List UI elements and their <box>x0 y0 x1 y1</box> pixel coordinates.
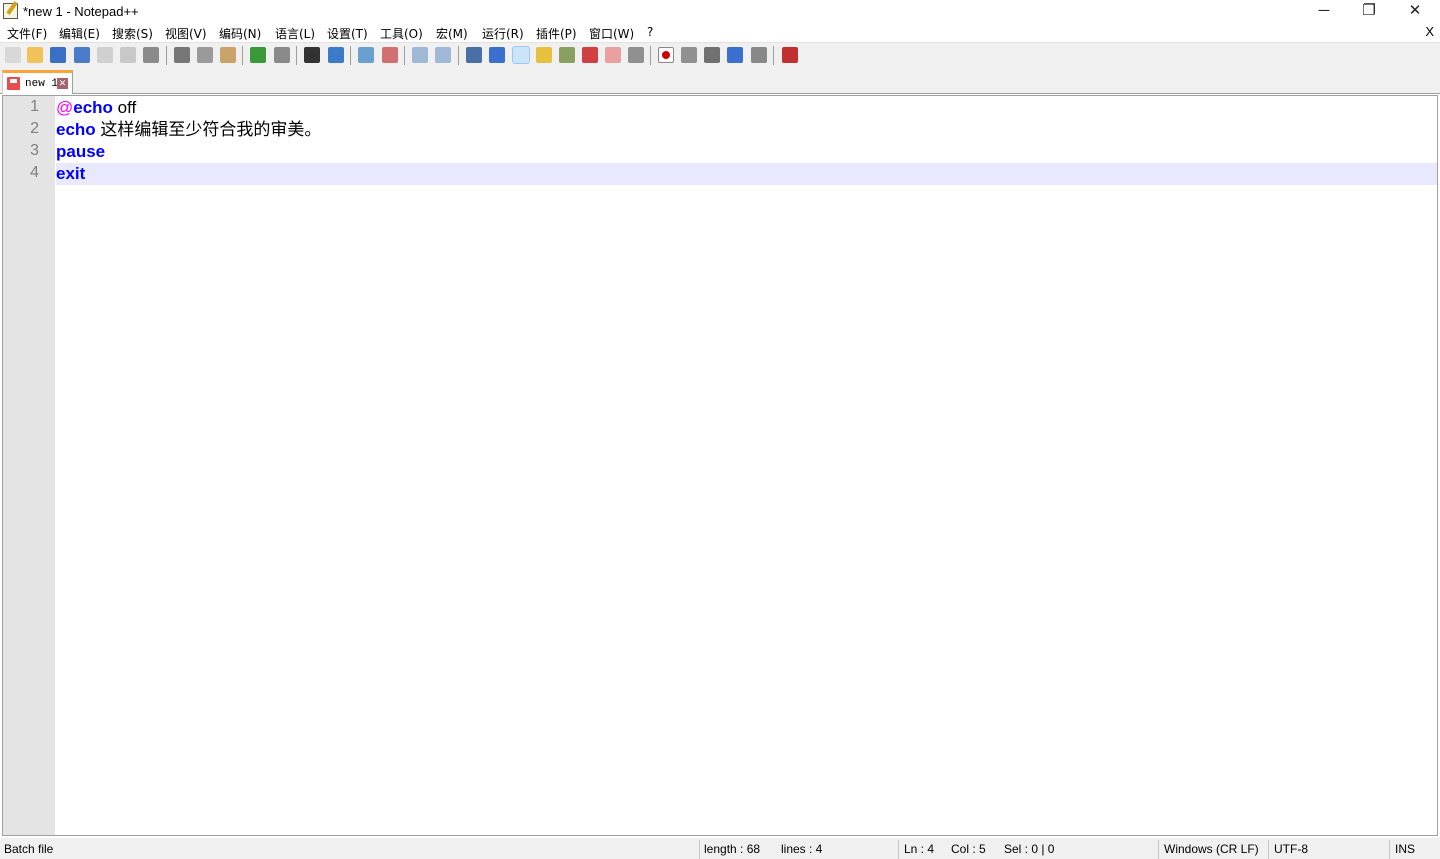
menu-language[interactable]: 语言(L) <box>275 25 315 42</box>
unsaved-file-icon <box>7 77 20 90</box>
keyword-token: echo <box>56 120 96 139</box>
code-line[interactable]: exit <box>56 163 1437 185</box>
toolbar-separator <box>166 46 167 65</box>
status-file-type: Batch file <box>4 842 54 856</box>
menu-bar: 文件(F) 编辑(E) 搜索(S) 视图(V) 编码(N) 语言(L) 设置(T… <box>0 23 1440 42</box>
menu-edit[interactable]: 编辑(E) <box>59 25 100 42</box>
tab-bar: new 1 ✕ <box>0 68 1440 94</box>
undo-icon[interactable] <box>250 47 266 63</box>
keyword-token: pause <box>56 142 106 161</box>
toolbar-separator <box>296 46 297 65</box>
paste-icon[interactable] <box>220 47 236 63</box>
minimize-button[interactable]: ─ <box>1301 0 1347 23</box>
save-macro-icon[interactable] <box>751 47 767 63</box>
toolbar-separator <box>350 46 351 65</box>
menu-run[interactable]: 运行(R) <box>482 25 524 42</box>
line-number-gutter: 1 2 3 4 <box>3 96 55 835</box>
line-number: 3 <box>30 142 39 159</box>
status-encoding[interactable]: UTF-8 <box>1274 842 1308 856</box>
menu-help[interactable]: ? <box>647 25 653 39</box>
window-title: *new 1 - Notepad++ <box>23 4 139 19</box>
line-number: 2 <box>30 120 39 137</box>
spell-check-icon[interactable] <box>782 47 798 63</box>
close-icon[interactable] <box>97 47 113 63</box>
menu-encoding[interactable]: 编码(N) <box>219 25 261 42</box>
status-length: length : 68 <box>704 842 761 856</box>
menu-file[interactable]: 文件(F) <box>7 25 47 42</box>
toolbar-separator <box>458 46 459 65</box>
play-macro-icon[interactable] <box>704 47 720 63</box>
operator-token: @ <box>56 98 74 117</box>
text-token: 这样编辑至少符合我的审美。 <box>95 120 322 139</box>
sync-vertical-icon[interactable] <box>412 47 428 63</box>
run-macro-multiple-icon[interactable] <box>727 47 743 63</box>
code-line[interactable]: echo 这样编辑至少符合我的审美。 <box>56 119 1437 141</box>
status-eol[interactable]: Windows (CR LF) <box>1164 842 1259 856</box>
new-file-icon[interactable] <box>5 47 21 63</box>
sync-horizontal-icon[interactable] <box>435 47 451 63</box>
find-icon[interactable] <box>304 47 320 63</box>
cut-icon[interactable] <box>174 47 190 63</box>
menu-settings[interactable]: 设置(T) <box>327 25 368 42</box>
keyword-token: echo <box>73 98 113 117</box>
show-all-chars-icon[interactable] <box>489 47 505 63</box>
close-window-button[interactable]: ✕ <box>1392 0 1438 23</box>
notepad-app-icon <box>3 3 18 19</box>
toolbar-separator <box>242 46 243 65</box>
redo-icon[interactable] <box>274 47 290 63</box>
menu-tools[interactable]: 工具(O) <box>380 25 423 42</box>
document-map-icon[interactable] <box>559 47 575 63</box>
editor[interactable]: 1234 @echo off echo 这样编辑至少符合我的审美。 pause exi… <box>2 95 1438 836</box>
folder-as-workspace-icon[interactable] <box>605 47 621 63</box>
open-file-icon[interactable] <box>27 47 43 63</box>
function-list-icon[interactable] <box>582 47 598 63</box>
close-document-button[interactable]: X <box>1425 24 1434 39</box>
text-token: off <box>112 98 137 117</box>
toolbar-separator <box>404 46 405 65</box>
title-bar: *new 1 - Notepad++ ─ ❐ ✕ <box>0 0 1440 23</box>
tab-new-1[interactable]: new 1 ✕ <box>2 70 73 94</box>
print-icon[interactable] <box>143 47 159 63</box>
status-selection: Sel : 0 | 0 <box>1004 842 1055 856</box>
code-line[interactable]: @echo off <box>56 97 1437 119</box>
record-macro-icon[interactable] <box>658 47 674 63</box>
status-lines: lines : 4 <box>781 842 823 856</box>
toolbar-separator <box>650 46 651 65</box>
status-bar: Batch file length : 68 lines : 4 Ln : 4 … <box>0 838 1440 859</box>
tab-label: new 1 <box>25 78 59 90</box>
restore-button[interactable]: ❐ <box>1346 0 1392 23</box>
replace-icon[interactable] <box>328 47 344 63</box>
code-line[interactable]: pause <box>56 141 1437 163</box>
udl-icon[interactable] <box>536 47 552 63</box>
menu-view[interactable]: 视图(V) <box>165 25 207 42</box>
save-icon[interactable] <box>50 47 66 63</box>
status-column: Col : 5 <box>951 842 986 856</box>
monitoring-icon[interactable] <box>628 47 644 63</box>
menu-search[interactable]: 搜索(S) <box>112 25 153 42</box>
line-number: 4 <box>30 164 39 181</box>
copy-icon[interactable] <box>197 47 213 63</box>
close-all-icon[interactable] <box>120 47 136 63</box>
keyword-token: exit <box>56 164 86 183</box>
status-line: Ln : 4 <box>904 842 935 856</box>
toolbar <box>0 42 1440 68</box>
indent-guide-icon[interactable] <box>512 46 530 64</box>
save-all-icon[interactable] <box>74 47 90 63</box>
status-insert-mode[interactable]: INS <box>1395 842 1415 856</box>
word-wrap-icon[interactable] <box>466 47 482 63</box>
line-number: 1 <box>30 98 39 115</box>
toolbar-separator <box>773 46 774 65</box>
stop-record-icon[interactable] <box>681 47 697 63</box>
tab-close-button[interactable]: ✕ <box>57 78 68 89</box>
menu-window[interactable]: 窗口(W) <box>589 25 634 42</box>
zoom-out-icon[interactable] <box>382 47 398 63</box>
menu-macro[interactable]: 宏(M) <box>436 25 468 42</box>
zoom-in-icon[interactable] <box>358 47 374 63</box>
menu-plugins[interactable]: 插件(P) <box>536 25 577 42</box>
